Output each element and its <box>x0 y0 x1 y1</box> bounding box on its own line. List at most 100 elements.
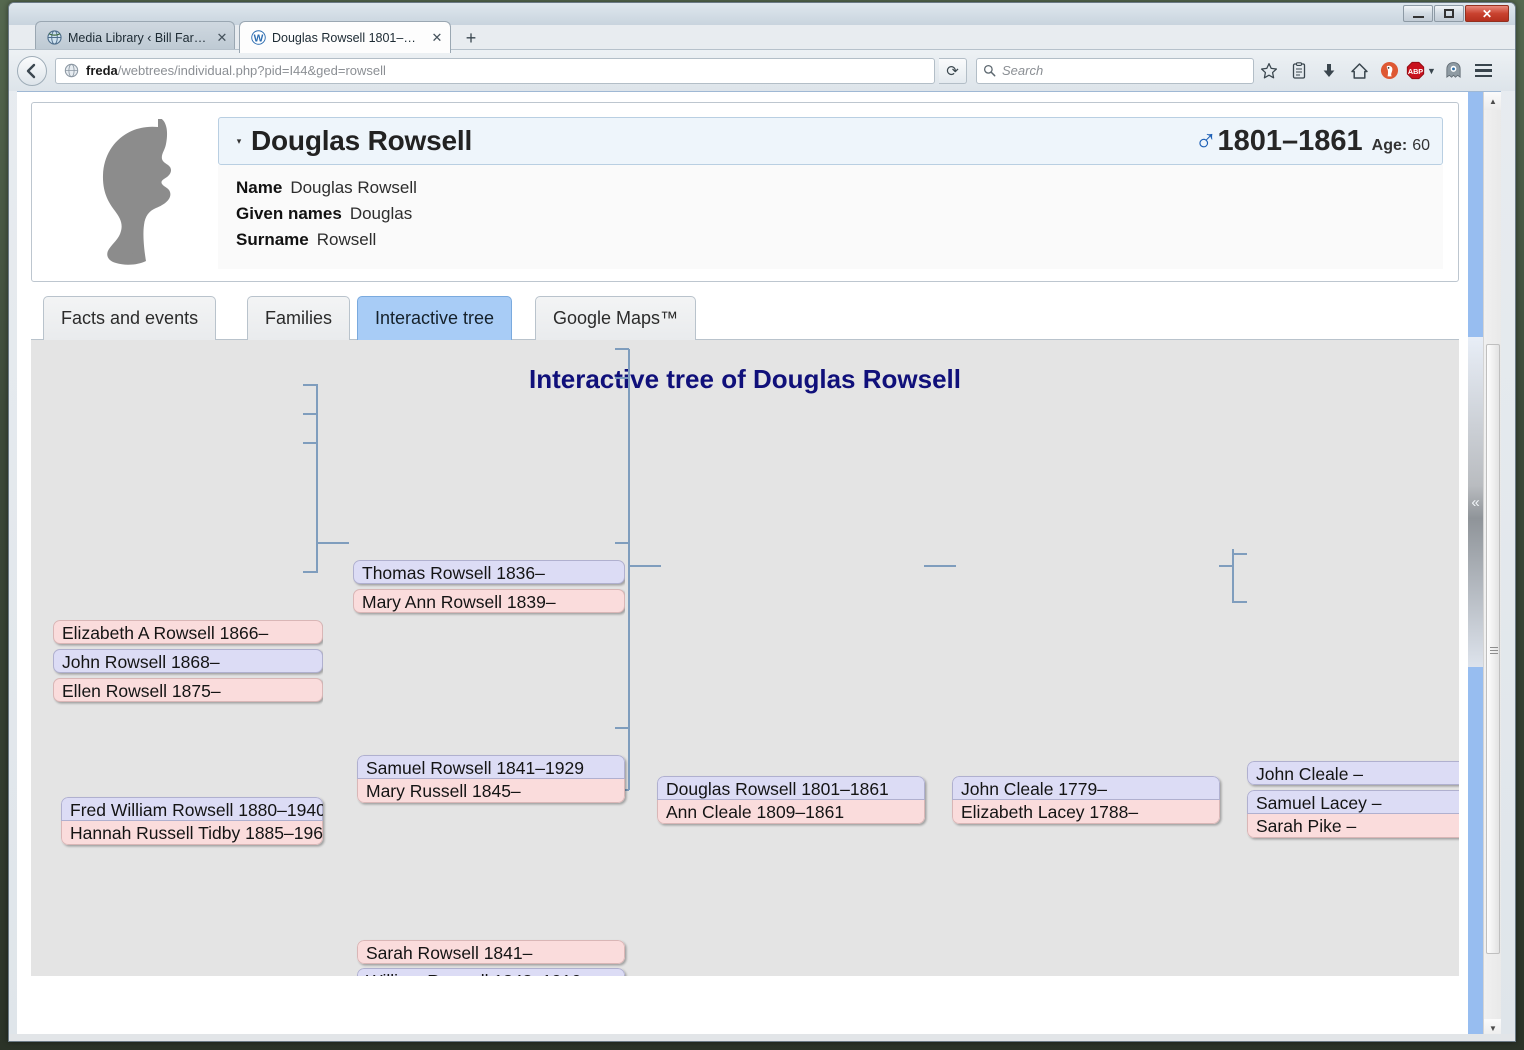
tree-person-samuel-rowsell[interactable]: Samuel Rowsell 1841–1929 <box>357 755 625 779</box>
name-details-table: Name Douglas Rowsell Given names Douglas S… <box>218 165 1443 269</box>
sidebar-collapse-handle[interactable]: « <box>1468 337 1483 667</box>
new-tab-button[interactable]: + <box>459 27 483 49</box>
scroll-up-arrow-icon[interactable]: ▲ <box>1484 92 1501 110</box>
tab-label: Families <box>265 308 333 328</box>
tree-person-john-cleale-1779[interactable]: John Cleale 1779– <box>952 776 1220 800</box>
chevron-down-icon[interactable]: ▾ <box>231 136 247 147</box>
tab-facts-and-events[interactable]: Facts and events <box>43 296 217 340</box>
tab-google-maps[interactable]: Google Maps™ <box>535 296 697 340</box>
webtrees-tabs: Facts and events Families Interactive tr… <box>31 288 1459 340</box>
tree-person-john-rowsell[interactable]: John Rowsell 1868– <box>53 649 323 673</box>
tree-box-sarah-rowsell[interactable]: Sarah Rowsell 1841– <box>357 940 625 964</box>
adblock-plus-icon[interactable]: ABP ▼ <box>1404 56 1438 86</box>
ghostery-icon[interactable] <box>1438 56 1468 86</box>
browser-tab-douglas-rowsell[interactable]: W Douglas Rowsell 1801–1861... ✕ <box>239 21 451 53</box>
page-title: Douglas Rowsell <box>251 125 473 156</box>
tree-person-fred-william-rowsell[interactable]: Fred William Rowsell 1880–1940 <box>61 797 323 821</box>
search-icon <box>983 64 996 77</box>
tab-families[interactable]: Families <box>247 296 351 340</box>
menu-hamburger-icon[interactable] <box>1468 56 1498 86</box>
svg-text:W: W <box>253 33 263 44</box>
tree-box-grandparent-john-cleale[interactable]: John Cleale – <box>1247 761 1459 785</box>
tree-person-ann-cleale[interactable]: Ann Cleale 1809–1861 <box>657 800 925 824</box>
tree-person-thomas-rowsell[interactable]: Thomas Rowsell 1836– <box>353 560 625 584</box>
person-name-banner[interactable]: ▾ Douglas Rowsell ♂ 1801–1861 Age: 60 <box>218 117 1443 165</box>
tree-person-john-cleale[interactable]: John Cleale – <box>1247 761 1459 785</box>
browser-tabstrip: Media Library ‹ Bill Farmer'... ✕ W Doug… <box>9 17 1515 53</box>
avatar[interactable] <box>70 117 220 271</box>
tree-box-grandchildren[interactable]: Elizabeth A Rowsell 1866– John Rowsell 1… <box>53 620 323 707</box>
page-scrollbar[interactable]: ▲ ▼ <box>1483 92 1501 1036</box>
url-bar[interactable]: freda/webtrees/individual.php?pid=I44&ge… <box>55 57 935 84</box>
tree-person-douglas-rowsell[interactable]: Douglas Rowsell 1801–1861 <box>657 776 925 800</box>
svg-text:ABP: ABP <box>1408 67 1423 76</box>
home-icon[interactable] <box>1344 56 1374 86</box>
person-header-card: ▾ Douglas Rowsell ♂ 1801–1861 Age: 60 Na… <box>31 102 1459 282</box>
tree-person-samuel-lacey[interactable]: Samuel Lacey – <box>1247 790 1459 814</box>
browser-tab-label: Douglas Rowsell 1801–1861... <box>272 30 422 45</box>
url-host: freda <box>86 63 118 78</box>
sidebar-strip[interactable]: « <box>1468 92 1483 1036</box>
reload-button[interactable]: ⟳ <box>939 57 967 84</box>
detail-row-name: Name Douglas Rowsell <box>236 175 1431 201</box>
tree-title: Interactive tree of Douglas Rowsell <box>528 364 961 394</box>
tree-person-ellen-rowsell[interactable]: Ellen Rowsell 1875– <box>53 678 323 702</box>
age-label: Age: <box>1371 137 1408 154</box>
window-statusbar <box>9 1034 1515 1041</box>
tree-person-sarah-pike[interactable]: Sarah Pike – <box>1247 814 1459 838</box>
tab-label: Facts and events <box>61 308 199 328</box>
detail-value: Douglas Rowsell <box>290 178 417 197</box>
webtrees-page: ▾ Douglas Rowsell ♂ 1801–1861 Age: 60 Na… <box>17 92 1483 1036</box>
downloads-icon[interactable] <box>1314 56 1344 86</box>
detail-row-given-names: Given names Douglas <box>236 201 1431 227</box>
tree-box-samuel-mary-couple[interactable]: Samuel Rowsell 1841–1929 Mary Russell 18… <box>357 755 625 803</box>
tree-box-parents-couple[interactable]: John Cleale 1779– Elizabeth Lacey 1788– <box>952 776 1220 824</box>
tree-box-fred-hannah-couple[interactable]: Fred William Rowsell 1880–1940 Hannah Ru… <box>61 797 323 845</box>
detail-label: Given names <box>236 204 342 223</box>
reader-view-icon[interactable] <box>1284 56 1314 86</box>
webtrees-w-icon: W <box>250 30 266 46</box>
url-text[interactable]: freda/webtrees/individual.php?pid=I44&ge… <box>86 63 930 78</box>
lifespan-block: ♂ 1801–1861 Age: 60 <box>1194 124 1430 158</box>
scrollbar-thumb[interactable] <box>1486 344 1500 954</box>
tab-label: Interactive tree <box>375 308 495 328</box>
detail-label: Surname <box>236 230 309 249</box>
site-identity-globe-icon[interactable] <box>62 62 80 80</box>
search-input[interactable]: Search <box>976 57 1254 84</box>
scrollbar-grip-icon <box>1490 645 1498 654</box>
tree-box-grandparent-lacey-couple[interactable]: Samuel Lacey – Sarah Pike – <box>1247 790 1459 838</box>
close-icon[interactable]: ✕ <box>216 30 228 45</box>
page-viewport: ▾ Douglas Rowsell ♂ 1801–1861 Age: 60 Na… <box>17 91 1501 1036</box>
tree-person-mary-ann-rowsell[interactable]: Mary Ann Rowsell 1839– <box>353 589 625 613</box>
detail-value: Rowsell <box>316 230 377 249</box>
detail-label: Name <box>236 178 283 197</box>
tree-person-sarah-rowsell[interactable]: Sarah Rowsell 1841– <box>357 940 625 964</box>
close-icon[interactable]: ✕ <box>430 30 444 45</box>
chevron-down-icon[interactable]: ▼ <box>1427 66 1436 76</box>
search-placeholder-text: Search <box>1002 63 1044 78</box>
tree-person-elizabeth-lacey[interactable]: Elizabeth Lacey 1788– <box>952 800 1220 824</box>
detail-value: Douglas <box>349 204 413 223</box>
lifespan-years: 1801–1861 <box>1217 125 1363 157</box>
browser-window: ✕ Media Library ‹ Bill Farmer'... ✕ W <box>8 2 1516 1042</box>
tree-person-elizabeth-a-rowsell[interactable]: Elizabeth A Rowsell 1866– <box>53 620 323 644</box>
tree-box-children-top[interactable]: Thomas Rowsell 1836– Mary Ann Rowsell 18… <box>353 560 625 618</box>
age-value: 60 <box>1412 137 1430 154</box>
tab-label: Google Maps™ <box>553 308 679 328</box>
url-path: /webtrees/individual.php?pid=I44&ged=row… <box>117 63 386 78</box>
tree-person-mary-russell[interactable]: Mary Russell 1845– <box>357 779 625 803</box>
browser-navbar: freda/webtrees/individual.php?pid=I44&ge… <box>9 49 1515 91</box>
globe-icon <box>46 30 62 46</box>
tree-person-hannah-russell-tidby[interactable]: Hannah Russell Tidby 1885–1964 <box>61 821 323 845</box>
duckduckgo-privacy-icon[interactable] <box>1374 56 1404 86</box>
browser-tab-label: Media Library ‹ Bill Farmer'... <box>68 30 208 45</box>
detail-row-surname: Surname Rowsell <box>236 227 1431 253</box>
tab-interactive-tree[interactable]: Interactive tree <box>357 296 513 340</box>
tree-person-william-rowsell[interactable]: William Rowsell 1843–1916 <box>357 968 625 976</box>
tree-box-william-couple[interactable]: William Rowsell 1843–1916 Mary Webster –… <box>357 968 625 976</box>
interactive-tree-canvas[interactable]: Interactive tree of Douglas Rowsell Eliz… <box>31 340 1459 976</box>
tree-box-root-couple[interactable]: Douglas Rowsell 1801–1861 Ann Cleale 180… <box>657 776 925 824</box>
bookmark-star-icon[interactable] <box>1254 56 1284 86</box>
male-sex-icon: ♂ <box>1194 122 1218 157</box>
back-button[interactable] <box>17 55 47 86</box>
